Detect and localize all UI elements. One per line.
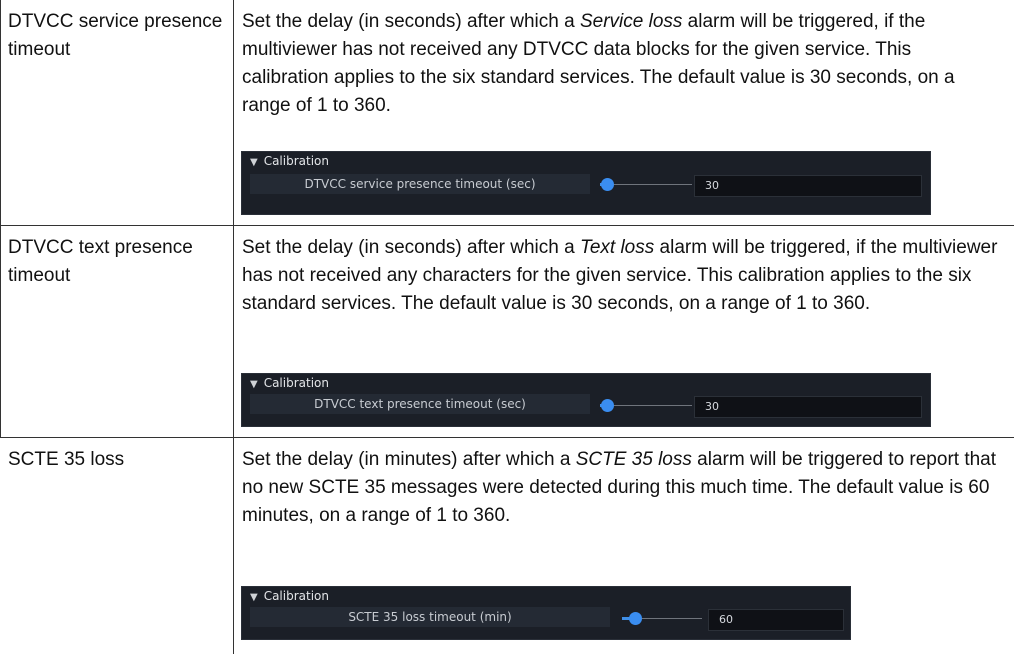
calibration-header[interactable]: ▼ Calibration — [250, 154, 329, 168]
table-left-border — [0, 0, 1, 225]
description-text: Set the delay (in seconds) after which a — [242, 237, 580, 258]
parameter-name: SCTE 35 loss — [8, 449, 125, 470]
slider-knob[interactable] — [601, 178, 614, 191]
calibration-header-label: Calibration — [263, 589, 329, 603]
parameter-description: Set the delay (in seconds) after which a… — [242, 234, 1002, 318]
calibration-header-label: Calibration — [263, 376, 329, 390]
calibration-panel: ▼ Calibration DTVCC text presence timeout… — [241, 373, 931, 427]
row-divider — [0, 437, 1014, 438]
calibration-header[interactable]: ▼ Calibration — [250, 589, 329, 603]
table-left-border — [0, 226, 1, 437]
timeout-slider[interactable] — [600, 175, 692, 195]
calibration-panel: ▼ Calibration DTVCC service presence time… — [241, 151, 931, 215]
parameter-description: Set the delay (in seconds) after which a… — [242, 8, 1002, 120]
alarm-name: Text loss — [579, 237, 655, 258]
parameter-name: DTVCC service presence timeout — [8, 11, 223, 60]
alarm-name: Service loss — [579, 11, 683, 32]
parameter-name: DTVCC text presence timeout — [8, 237, 193, 286]
parameter-table: DTVCC service presence timeout Set the d… — [0, 0, 1014, 654]
slider-knob[interactable] — [601, 399, 614, 412]
calibration-field-label: SCTE 35 loss timeout (min) — [250, 607, 610, 627]
description-text: Set the delay (in seconds) after which a — [242, 11, 580, 32]
collapse-triangle-icon[interactable]: ▼ — [250, 379, 258, 390]
alarm-name: SCTE 35 loss — [575, 449, 692, 470]
calibration-field-label: DTVCC text presence timeout (sec) — [250, 394, 590, 414]
calibration-header[interactable]: ▼ Calibration — [250, 376, 329, 390]
calibration-panel: ▼ Calibration SCTE 35 loss timeout (min) … — [241, 586, 851, 640]
description-text: Set the delay (in minutes) after which a — [242, 449, 576, 470]
calibration-field-label: DTVCC service presence timeout (sec) — [250, 174, 590, 194]
timeout-slider[interactable] — [622, 609, 702, 629]
timeout-value-field[interactable]: 60 — [708, 609, 844, 631]
parameter-description: Set the delay (in minutes) after which a… — [242, 446, 1002, 530]
collapse-triangle-icon[interactable]: ▼ — [250, 157, 258, 168]
timeout-value-field[interactable]: 30 — [694, 175, 922, 197]
timeout-value-field[interactable]: 30 — [694, 396, 922, 418]
calibration-header-label: Calibration — [263, 154, 329, 168]
collapse-triangle-icon[interactable]: ▼ — [250, 592, 258, 603]
timeout-slider[interactable] — [600, 396, 692, 416]
row-divider — [0, 225, 1014, 226]
slider-knob[interactable] — [629, 612, 642, 625]
table-column-divider — [233, 0, 234, 654]
